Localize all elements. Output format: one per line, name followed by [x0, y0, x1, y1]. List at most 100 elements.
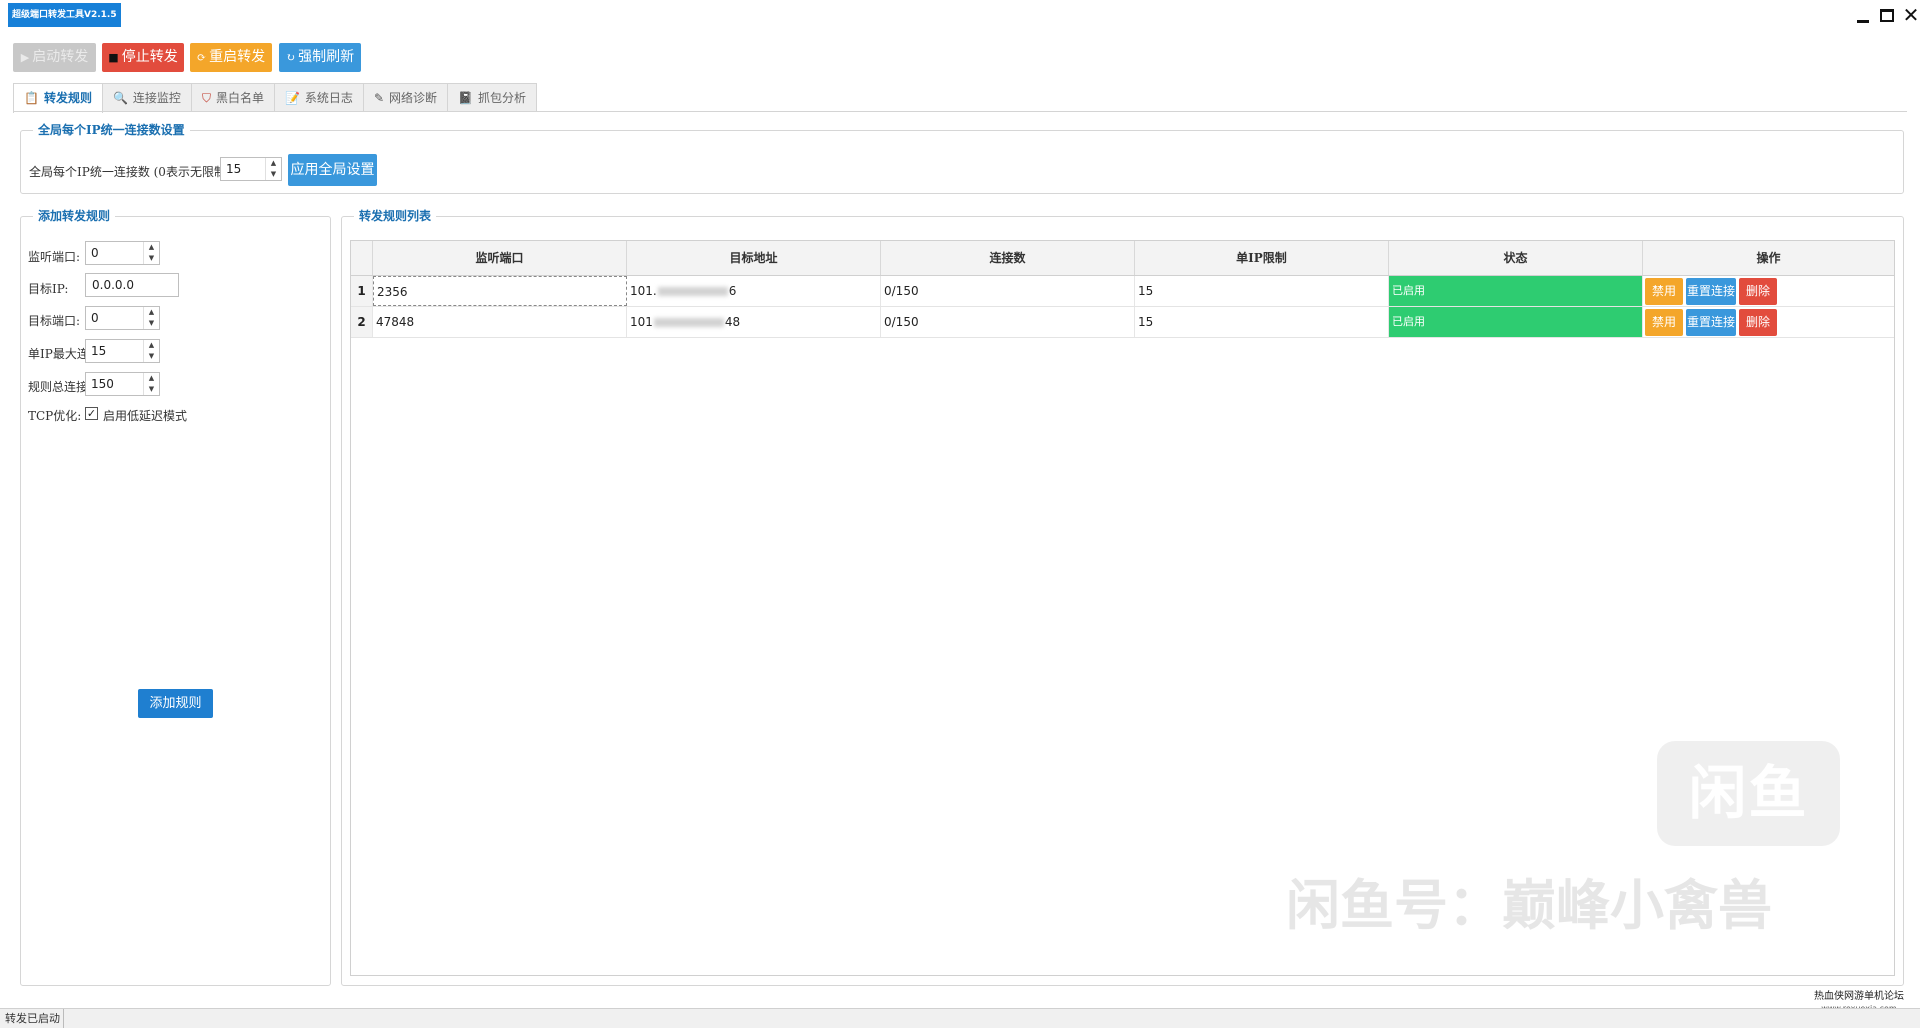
- column-header[interactable]: 状态: [1389, 241, 1643, 275]
- column-header[interactable]: 连接数: [881, 241, 1135, 275]
- shield-icon: ⛉: [201, 91, 211, 105]
- target-port-value: 0: [91, 311, 99, 325]
- disable-button[interactable]: 禁用: [1645, 278, 1683, 305]
- target-address-cell[interactable]: 101 48: [627, 307, 881, 337]
- listen-port-spinbox[interactable]: 0 ▲ ▼: [85, 241, 160, 265]
- watermark-text: 闲鱼号：巅峰小禽兽: [1286, 874, 1772, 937]
- column-header[interactable]: 监听端口: [373, 241, 627, 275]
- notepad-icon: 📝: [284, 91, 300, 105]
- close-icon: ✕: [1902, 3, 1920, 27]
- target-address-suffix: 6: [728, 284, 737, 298]
- tab-label: 连接监控: [132, 91, 181, 105]
- tab-label: 系统日志: [304, 91, 353, 105]
- maximize-icon: [1880, 8, 1894, 22]
- per-ip-max-label: 单IP最大连: [28, 347, 89, 361]
- forum-name: 热血侠网游单机论坛: [1814, 991, 1904, 1002]
- target-port-label: 目标端口:: [28, 314, 81, 328]
- global-limit-label: 全局每个IP统一连接数 (0表示无限制):: [29, 165, 235, 179]
- column-header[interactable]: 单IP限制: [1135, 241, 1389, 275]
- close-button[interactable]: ✕: [1900, 2, 1920, 28]
- spin-down-icon[interactable]: ▼: [266, 169, 281, 180]
- listen-port-value: 0: [91, 246, 99, 260]
- spin-down-icon[interactable]: ▼: [144, 351, 159, 362]
- tab-connection-monitor[interactable]: 🔍 连接监控: [101, 83, 192, 112]
- checkmark-icon: ✓: [86, 407, 97, 420]
- redacted-ip: [653, 318, 724, 327]
- table-header: 监听端口 目标地址 连接数 单IP限制 状态 操作: [351, 241, 1894, 276]
- listen-port-cell[interactable]: 47848: [373, 307, 627, 337]
- tab-label: 黑白名单: [215, 91, 264, 105]
- global-limit-value: 15: [226, 162, 242, 176]
- minimize-button[interactable]: [1852, 2, 1874, 28]
- target-port-spinbox[interactable]: 0 ▲ ▼: [85, 306, 160, 330]
- spin-down-icon[interactable]: ▼: [144, 318, 159, 329]
- target-address-prefix: 101: [630, 315, 653, 329]
- add-rule-group: 添加转发规则: [20, 208, 331, 986]
- wrench-icon: ✎: [373, 91, 384, 105]
- status-badge: 已启用: [1389, 276, 1643, 306]
- spin-arrows: ▲ ▼: [143, 373, 159, 395]
- tab-label: 抓包分析: [477, 91, 526, 105]
- tab-label: 网络诊断: [389, 91, 438, 105]
- tab-system-log[interactable]: 📝 系统日志: [273, 83, 364, 112]
- watermark-logo: 闲鱼: [1657, 741, 1840, 846]
- force-refresh-button[interactable]: ↻ 强制刷新: [279, 43, 361, 72]
- listen-port-cell[interactable]: 2356: [373, 276, 627, 306]
- table-row[interactable]: 1 2356 101. 6 0/150 15 已启用 禁用 重置连接 删除: [351, 276, 1894, 307]
- spin-down-icon[interactable]: ▼: [144, 384, 159, 395]
- spin-up-icon[interactable]: ▲: [144, 373, 159, 384]
- low-latency-checkbox[interactable]: ✓: [85, 407, 98, 420]
- restart-forward-button[interactable]: ⟳ 重启转发: [190, 43, 272, 72]
- tab-network-diagnostics[interactable]: ✎ 网络诊断: [362, 83, 449, 112]
- column-header[interactable]: 目标地址: [627, 241, 881, 275]
- reset-connections-button[interactable]: 重置连接: [1686, 309, 1736, 336]
- restart-icon: ⟳: [196, 51, 207, 64]
- delete-button[interactable]: 删除: [1739, 278, 1777, 305]
- group-title: 添加转发规则: [33, 208, 116, 224]
- apply-global-button[interactable]: 应用全局设置: [288, 154, 377, 186]
- column-header[interactable]: 操作: [1643, 241, 1894, 275]
- play-icon: ▶: [20, 51, 30, 64]
- rule-total-spinbox[interactable]: 150 ▲ ▼: [85, 372, 160, 396]
- delete-button[interactable]: 删除: [1739, 309, 1777, 336]
- tab-packet-capture[interactable]: 📓 抓包分析: [447, 83, 537, 112]
- add-rule-button[interactable]: 添加规则: [138, 689, 213, 718]
- spin-up-icon[interactable]: ▲: [144, 340, 159, 351]
- spin-up-icon[interactable]: ▲: [144, 242, 159, 253]
- tab-divider: [13, 111, 1907, 112]
- rule-total-value: 150: [91, 377, 114, 391]
- target-ip-input[interactable]: 0.0.0.0: [85, 273, 179, 297]
- tab-label: 转发规则: [43, 91, 92, 105]
- target-address-cell[interactable]: 101. 6: [627, 276, 881, 306]
- clipboard-icon: 📋: [24, 91, 39, 105]
- global-limit-spinbox[interactable]: 15 ▲ ▼: [220, 157, 282, 181]
- row-number: 1: [351, 276, 373, 306]
- spin-arrows: ▲ ▼: [143, 242, 159, 264]
- tcp-optimize-label: TCP优化:: [28, 409, 82, 423]
- tab-forward-rules[interactable]: 📋 转发规则: [13, 83, 103, 113]
- minimize-icon: [1857, 19, 1869, 23]
- status-badge: 已启用: [1389, 307, 1643, 337]
- row-number: 2: [351, 307, 373, 337]
- target-address-suffix: 48: [724, 315, 741, 329]
- spin-up-icon[interactable]: ▲: [266, 158, 281, 169]
- tab-black-white-list[interactable]: ⛉ 黑白名单: [190, 83, 275, 112]
- app-title: 超级端口转发工具V2.1.5: [8, 3, 121, 27]
- target-ip-label: 目标IP:: [28, 282, 69, 296]
- start-forward-label: 启动转发: [32, 49, 89, 65]
- spin-up-icon[interactable]: ▲: [144, 307, 159, 318]
- target-address-prefix: 101.: [630, 284, 657, 298]
- spin-down-icon[interactable]: ▼: [144, 253, 159, 264]
- force-refresh-label: 强制刷新: [298, 49, 355, 65]
- connections-cell: 0/150: [881, 276, 1135, 306]
- redacted-ip: [657, 287, 728, 296]
- reset-connections-button[interactable]: 重置连接: [1686, 278, 1736, 305]
- per-ip-limit-cell: 15: [1135, 276, 1389, 306]
- maximize-button[interactable]: [1876, 2, 1898, 28]
- refresh-icon: ↻: [285, 51, 296, 64]
- per-ip-max-spinbox[interactable]: 15 ▲ ▼: [85, 339, 160, 363]
- stop-forward-button[interactable]: ■ 停止转发: [102, 43, 184, 72]
- start-forward-button[interactable]: ▶ 启动转发: [13, 43, 96, 72]
- disable-button[interactable]: 禁用: [1645, 309, 1683, 336]
- table-row[interactable]: 2 47848 101 48 0/150 15 已启用 禁用 重置连接 删除: [351, 307, 1894, 338]
